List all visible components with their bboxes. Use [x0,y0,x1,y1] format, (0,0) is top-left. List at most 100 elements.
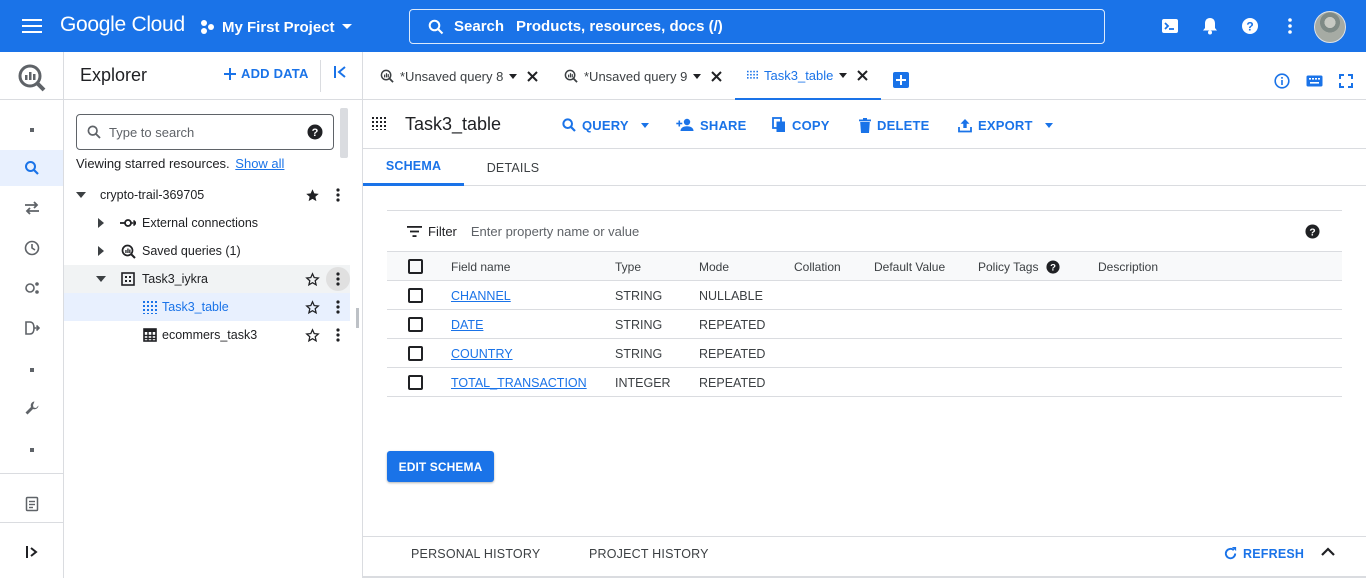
header-divider [320,60,321,92]
field-name-link[interactable]: COUNTRY [451,347,513,361]
schema-filter-bar[interactable]: Filter Enter property name or value ? [387,210,1342,252]
row-checkbox[interactable] [408,310,423,339]
caret-down-icon[interactable] [693,73,702,79]
share-button[interactable]: SHARE [676,115,747,135]
explorer-search-input[interactable]: Type to search ? [76,114,334,150]
analytics-hub-icon[interactable] [0,270,63,306]
table-dotted-icon [372,116,386,130]
tab-task3-table[interactable]: Task3_table [735,52,881,100]
expand-triangle-icon[interactable] [93,243,109,259]
table-toolbar: Task3_table QUERY SHARE COPY DELETE EXPO… [363,100,1366,149]
star-outline-icon[interactable] [304,299,320,315]
select-all-checkbox[interactable] [408,252,423,281]
close-icon[interactable] [527,70,539,82]
delete-button[interactable]: DELETE [859,115,929,135]
close-icon[interactable] [711,70,723,82]
info-icon[interactable] [1273,72,1291,90]
more-vert-icon[interactable] [326,323,350,347]
row-checkbox[interactable] [408,339,423,368]
more-vert-icon[interactable] [326,267,350,291]
search-label: Search [454,18,505,35]
query-button[interactable]: QUERY [562,115,649,135]
new-tab-plus-icon[interactable] [893,72,909,88]
col-field-name[interactable]: Field name [451,252,510,281]
field-name-link[interactable]: DATE [451,318,483,332]
col-type[interactable]: Type [615,252,641,281]
star-outline-icon[interactable] [304,271,320,287]
account-avatar[interactable] [1314,11,1346,43]
tab-unsaved-query-9[interactable]: *Unsaved query 9 [564,52,723,100]
close-icon[interactable] [857,69,869,81]
field-name-link[interactable]: TOTAL_TRANSACTION [451,376,587,390]
star-outline-icon[interactable] [304,327,320,343]
panel-resize-handle[interactable] [356,308,359,328]
help-icon[interactable]: ? [307,124,323,140]
tab-schema[interactable]: SCHEMA [363,149,464,186]
edit-schema-button[interactable]: EDIT SCHEMA [387,451,494,482]
tab-details[interactable]: DETAILS [464,149,562,186]
wrench-icon[interactable] [0,390,63,426]
svg-text:?: ? [1051,262,1057,273]
tab-unsaved-query-8[interactable]: *Unsaved query 8 [380,52,539,100]
more-vert-icon[interactable] [326,295,350,319]
col-description[interactable]: Description [1098,252,1158,281]
search-icon[interactable] [0,150,63,186]
tab-personal-history[interactable]: PERSONAL HISTORY [411,547,540,561]
help-icon[interactable]: ? [1305,223,1320,239]
caret-down-icon[interactable] [839,72,848,78]
expand-rail-icon[interactable] [0,534,63,570]
google-cloud-logo[interactable]: Google Cloud [60,13,185,37]
col-collation[interactable]: Collation [794,252,841,281]
export-button[interactable]: EXPORT [958,115,1053,135]
show-all-link[interactable]: Show all [235,156,284,171]
col-policy-tags[interactable]: Policy Tags ? [978,252,1061,281]
star-filled-icon[interactable] [304,187,320,203]
copy-button[interactable]: COPY [772,115,830,135]
collapse-panel-icon[interactable] [332,64,348,80]
more-vert-icon[interactable] [1278,14,1302,38]
filter-input[interactable]: Enter property name or value [471,224,1305,239]
help-icon[interactable]: ? [1238,14,1262,38]
collapse-triangle-icon[interactable] [93,271,109,287]
tree-row-ecommers-task3[interactable]: ecommers_task3 [64,321,350,349]
transfers-icon[interactable] [0,190,63,226]
notifications-icon[interactable] [1198,14,1222,38]
tree-row-task3-table[interactable]: Task3_table [64,293,350,321]
tree-row-saved-queries[interactable]: Saved queries (1) [64,237,350,265]
refresh-button[interactable]: REFRESH [1223,546,1304,561]
external-connection-icon [120,215,136,231]
col-mode[interactable]: Mode [699,252,729,281]
row-checkbox[interactable] [408,368,423,397]
more-vert-icon[interactable] [326,183,350,207]
row-checkbox[interactable] [408,281,423,310]
fullscreen-icon[interactable] [1337,72,1355,90]
global-search-bar[interactable]: Search Products, resources, docs (/) [409,9,1105,44]
chevron-up-icon[interactable] [1321,547,1335,557]
dataform-icon[interactable] [0,310,63,346]
caret-down-icon[interactable] [509,73,518,79]
plus-icon [224,67,236,80]
hamburger-menu-icon[interactable] [14,12,50,40]
search-icon [562,118,576,132]
scheduled-queries-icon[interactable] [0,230,63,266]
top-app-bar: Google Cloud My First Project Search Pro… [0,0,1366,52]
field-mode: REPEATED [699,375,766,390]
tab-project-history[interactable]: PROJECT HISTORY [589,547,709,561]
bigquery-logo-icon[interactable] [14,60,50,96]
notes-icon[interactable] [0,486,63,522]
expand-triangle-icon[interactable] [93,215,109,231]
tree-row-dataset[interactable]: Task3_iykra [64,265,350,293]
tree-row-project[interactable]: crypto-trail-369705 [64,181,350,209]
help-icon[interactable]: ? [1046,259,1061,274]
keyboard-icon[interactable] [1305,72,1323,90]
field-name-link[interactable]: CHANNEL [451,289,511,303]
collapse-triangle-icon[interactable] [73,187,89,203]
explorer-scrollbar[interactable] [340,108,348,158]
tree-row-external-connections[interactable]: External connections [64,209,350,237]
project-selector[interactable]: My First Project [200,14,353,40]
add-data-button[interactable]: ADD DATA [224,66,309,81]
field-mode: REPEATED [699,317,766,332]
col-default-value[interactable]: Default Value [874,252,945,281]
cloud-shell-icon[interactable] [1158,14,1182,38]
explorer-header: Explorer ADD DATA [64,52,362,100]
